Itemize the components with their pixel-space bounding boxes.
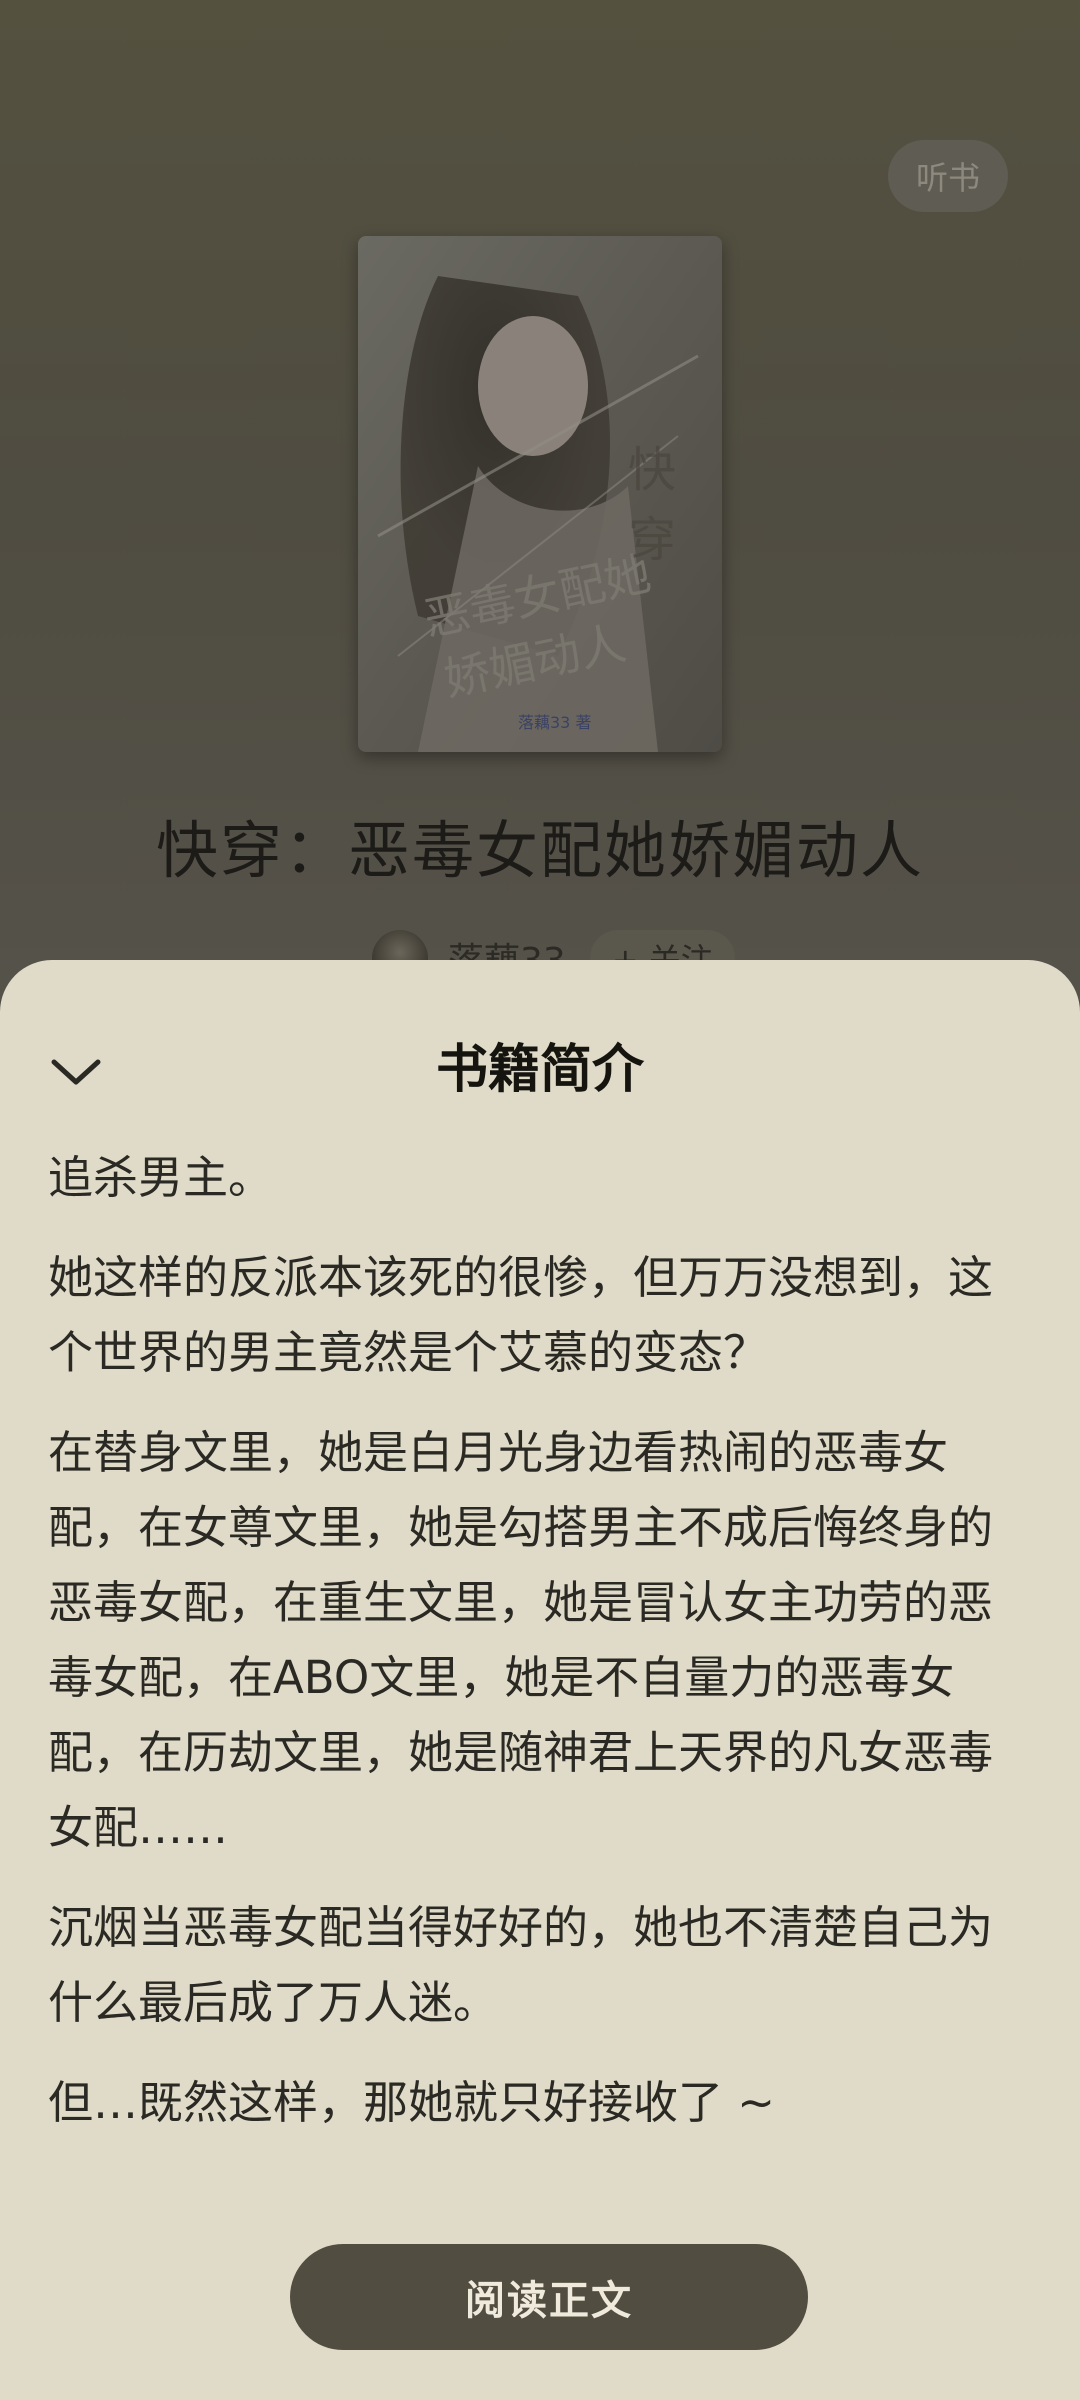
book-title: 快穿：恶毒女配她娇媚动人 [155, 814, 924, 887]
listen-book-button[interactable]: 听书 [888, 140, 1008, 212]
synopsis-paragraph: 她这样的反派本该死的很惨，但万万没想到，这个世界的男主竟然是个艾慕的变态？ [48, 1251, 994, 1379]
sheet-header: 书籍简介 [0, 1030, 1080, 1110]
book-intro-sheet: 书籍简介 追杀男主。 她这样的反派本该死的很惨，但万万没想到，这个世界的男主竟然… [0, 960, 1080, 2400]
book-cover: 快 穿 恶毒女配她 娇媚动人 落藕33 著 [358, 236, 722, 752]
synopsis-paragraph: 沉烟当恶毒女配当得好好的，她也不清楚自己为什么最后成了万人迷。 [48, 1901, 994, 2029]
listen-book-label: 听书 [915, 159, 980, 197]
svg-text:快: 快 [628, 442, 676, 498]
sheet-title: 书籍简介 [435, 1040, 644, 1100]
svg-text:落藕33 著: 落藕33 著 [518, 713, 591, 732]
synopsis-text: 追杀男主。 她这样的反派本该死的很惨，但万万没想到，这个世界的男主竟然是个艾慕的… [48, 1140, 1032, 2165]
synopsis-paragraph: 追杀男主。 [48, 1151, 274, 1204]
read-main-text-button[interactable]: 阅读正文 [290, 2244, 808, 2350]
synopsis-paragraph: 在替身文里，她是白月光身边看热闹的恶毒女配，在女尊文里，她是勾搭男主不成后悔终身… [48, 1426, 994, 1854]
chevron-down-icon[interactable] [44, 1040, 108, 1104]
synopsis-paragraph: 但…既然这样，那她就只好接收了 ~ [48, 2076, 776, 2129]
